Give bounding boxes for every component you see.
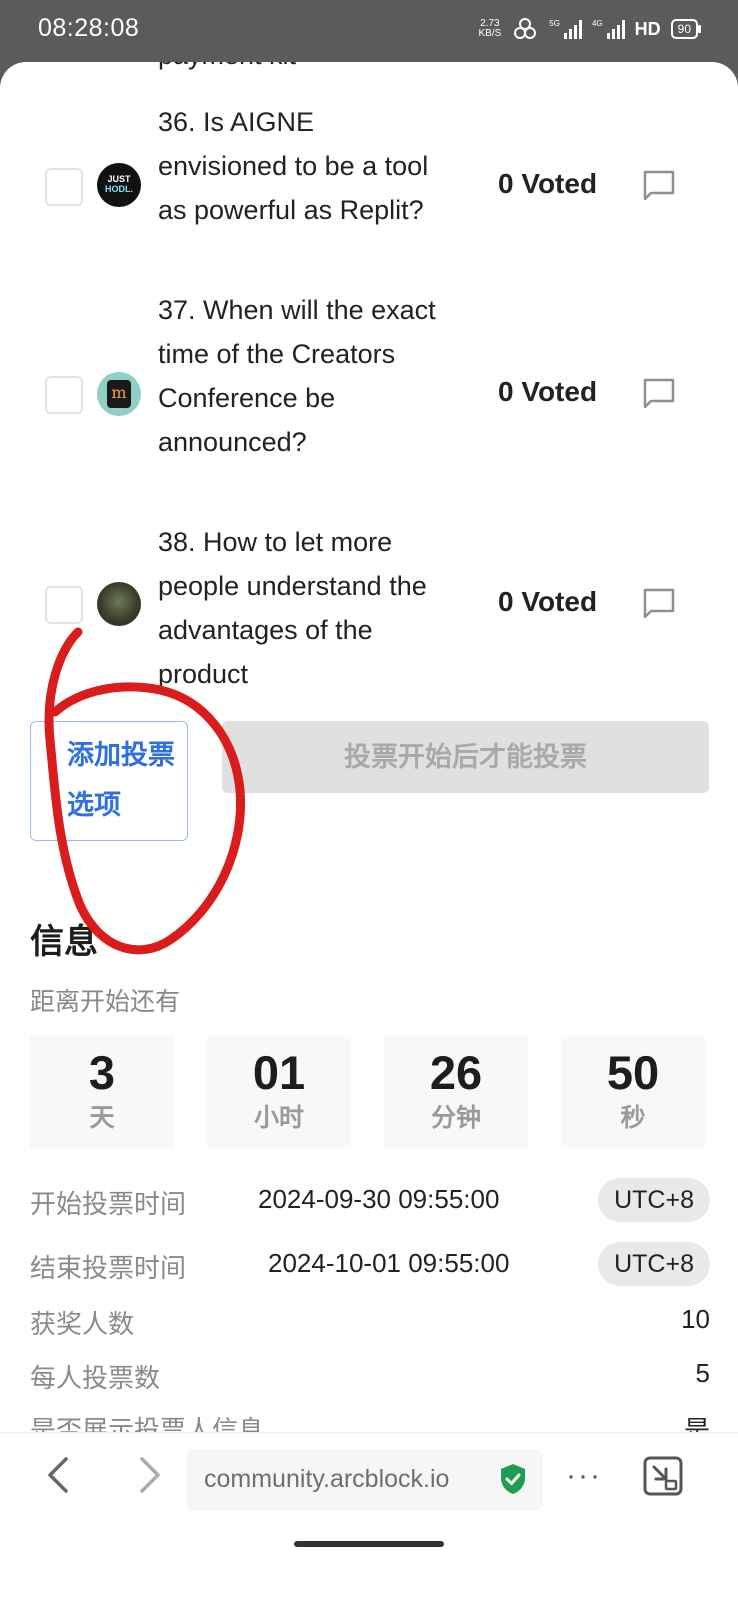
forward-arrow-icon[interactable] <box>126 1453 170 1497</box>
vote-sheet: payment kit JUST HODL. 36. Is AIGNE envi… <box>0 62 738 1600</box>
start-time-value: 2024-09-30 09:55:00 <box>258 1184 500 1214</box>
vote-option-38: 38. How to let more people understand th… <box>0 520 738 700</box>
url-text: community.arcblock.io <box>204 1465 450 1493</box>
comment-icon[interactable] <box>642 376 676 410</box>
hd-indicator: HD <box>634 18 661 39</box>
option-title: 37. When will the exact time of the Crea… <box>158 295 436 457</box>
end-time-row: 结束投票时间 2024-10-01 09:55:00 UTC+8 <box>30 1242 710 1286</box>
option-checkbox[interactable] <box>45 376 83 414</box>
vote-button[interactable]: 投票开始后才能投票 <box>222 721 709 793</box>
timezone-badge: UTC+8 <box>598 1178 710 1222</box>
winners-row: 获奖人数 10 <box>30 1304 710 1344</box>
vote-count: 0 Voted <box>498 376 598 407</box>
option-title: 38. How to let more people understand th… <box>158 527 427 689</box>
timezone-badge: UTC+8 <box>598 1242 710 1286</box>
end-time-label: 结束投票时间 <box>30 1253 187 1283</box>
vote-count: 0 Voted <box>498 586 598 617</box>
start-time-row: 开始投票时间 2024-09-30 09:55:00 UTC+8 <box>30 1178 710 1222</box>
comment-icon[interactable] <box>642 168 676 202</box>
signal-4g-icon: 4G <box>592 19 625 39</box>
network-speed: 2.73 KB/S <box>478 18 502 39</box>
vote-option-36: JUST HODL. 36. Is AIGNE envisioned to be… <box>0 100 738 280</box>
avatar: JUST HODL. <box>97 163 141 207</box>
avatar: m <box>97 372 141 416</box>
home-indicator[interactable] <box>294 1541 444 1547</box>
minimize-window-icon[interactable] <box>642 1455 684 1497</box>
option-title-cut: payment kit <box>158 62 296 71</box>
countdown-hours: 01 小时 <box>207 1036 351 1148</box>
battery-icon: 90 <box>670 19 702 39</box>
add-option-button[interactable]: 添加投票选项 <box>30 721 188 841</box>
end-time-value: 2024-10-01 09:55:00 <box>268 1248 510 1278</box>
info-title: 信息 <box>30 923 98 961</box>
countdown-days: 3 天 <box>30 1036 174 1148</box>
vote-count: 0 Voted <box>498 168 598 199</box>
countdown-label: 距离开始还有 <box>30 988 181 1016</box>
option-checkbox[interactable] <box>45 168 83 206</box>
address-bar[interactable]: community.arcblock.io <box>186 1449 543 1511</box>
avatar <box>97 582 141 626</box>
status-time: 08:28:08 <box>38 14 140 42</box>
votes-per-person-label: 每人投票数 <box>30 1363 161 1393</box>
hotspot-icon <box>514 18 537 39</box>
start-time-label: 开始投票时间 <box>30 1189 187 1219</box>
status-icons: 2.73 KB/S 5G 4G HD 90 <box>478 18 702 40</box>
signal-5g-icon: 5G <box>549 19 582 39</box>
back-arrow-icon[interactable] <box>38 1453 82 1497</box>
votes-per-person-value: 5 <box>695 1358 710 1388</box>
winners-label: 获奖人数 <box>30 1309 135 1339</box>
option-title: 36. Is AIGNE envisioned to be a tool as … <box>158 107 429 225</box>
countdown-minutes: 26 分钟 <box>384 1036 528 1148</box>
more-options-button[interactable]: ··· <box>566 1459 602 1493</box>
secure-shield-icon <box>501 1464 525 1494</box>
comment-icon[interactable] <box>642 586 676 620</box>
browser-toolbar: community.arcblock.io ··· <box>0 1432 738 1601</box>
votes-per-person-row: 每人投票数 5 <box>30 1358 710 1398</box>
winners-value: 10 <box>681 1304 710 1334</box>
status-bar: 08:28:08 2.73 KB/S 5G 4G HD 90 <box>0 0 738 62</box>
countdown-seconds: 50 秒 <box>561 1036 705 1148</box>
vote-option-37: m 37. When will the exact time of the Cr… <box>0 288 738 508</box>
option-checkbox[interactable] <box>45 586 83 624</box>
